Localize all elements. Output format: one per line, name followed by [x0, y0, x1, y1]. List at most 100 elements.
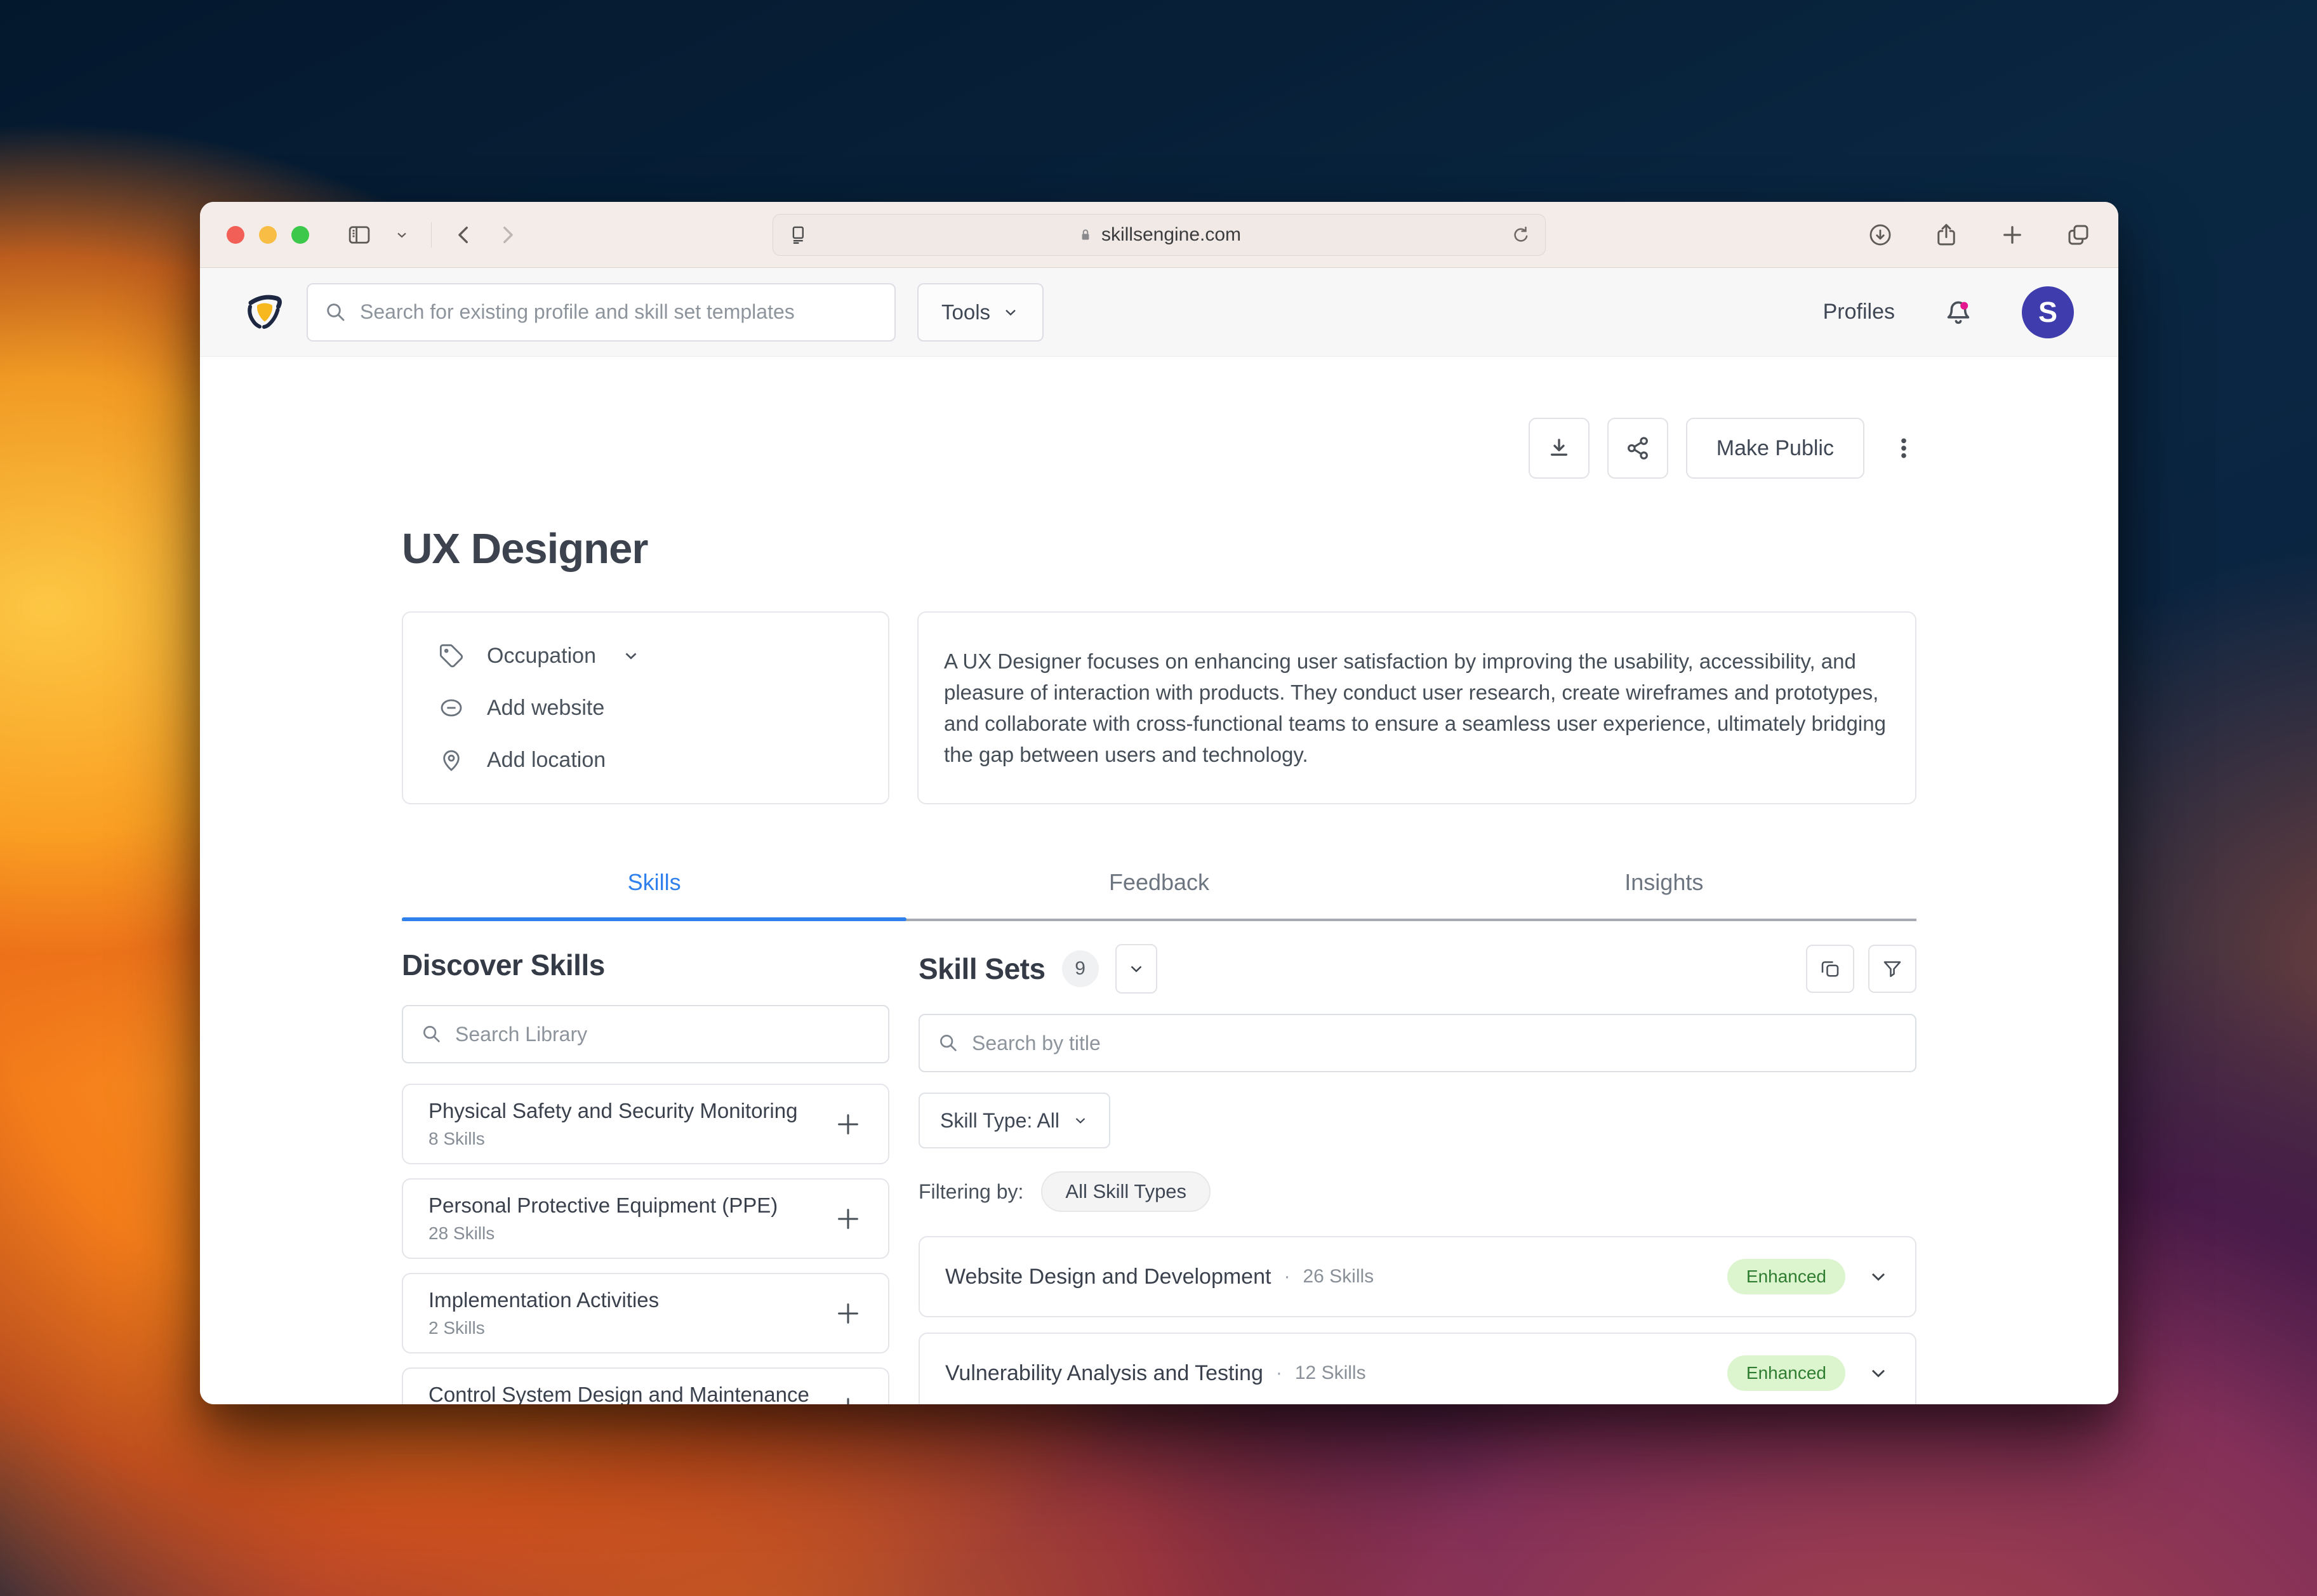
sidebar-icon[interactable] — [346, 222, 373, 248]
page-content: Make Public UX Designer Occupation Add w… — [200, 418, 2118, 1404]
occupation-label: Occupation — [487, 643, 596, 668]
list-item[interactable]: Implementation Activities 2 Skills — [402, 1273, 889, 1353]
tab-feedback[interactable]: Feedback — [906, 869, 1411, 921]
list-item[interactable]: Personal Protective Equipment (PPE) 28 S… — [402, 1178, 889, 1259]
tools-button[interactable]: Tools — [917, 283, 1044, 342]
chevron-down-icon[interactable] — [394, 227, 409, 243]
tab-skills[interactable]: Skills — [402, 869, 906, 921]
search-icon — [423, 1026, 440, 1042]
search-icon — [327, 303, 345, 321]
browser-toolbar: skillsengine.com — [200, 202, 2118, 268]
avatar-initial: S — [2038, 295, 2057, 328]
add-skill-group-icon[interactable] — [833, 1299, 863, 1328]
skill-group-title: Control System Design and Maintenance — [428, 1383, 809, 1404]
skill-sets-expand-button[interactable] — [1115, 944, 1157, 994]
download-profile-button[interactable] — [1528, 418, 1590, 479]
library-search — [402, 1005, 889, 1063]
skill-group-count: 28 Skills — [428, 1223, 495, 1243]
add-skill-group-icon[interactable] — [833, 1393, 863, 1405]
tools-button-label: Tools — [941, 300, 991, 324]
filter-button[interactable] — [1868, 945, 1916, 993]
separator-dot: · — [1275, 1362, 1282, 1383]
skill-type-label: Skill Type: All — [940, 1108, 1059, 1132]
url-domain: skillsengine.com — [1101, 223, 1242, 245]
skill-set-count: 12 Skills — [1294, 1362, 1366, 1383]
copy-button[interactable] — [1806, 945, 1854, 993]
profile-description-card: A UX Designer focuses on enhancing user … — [917, 611, 1916, 804]
site-logo[interactable] — [244, 291, 285, 333]
copy-icon — [1821, 961, 1839, 977]
skills-columns: Discover Skills Physical Safety and Secu… — [402, 921, 1916, 1404]
add-location-label: Add location — [487, 747, 606, 772]
skill-group-title: Physical Safety and Security Monitoring — [428, 1099, 798, 1122]
minimize-window-button[interactable] — [259, 225, 277, 244]
global-search — [307, 283, 896, 342]
browser-window: skillsengine.com Search for existing pro… — [200, 202, 2118, 1404]
status-badge: Enhanced — [1727, 1355, 1845, 1391]
share-icon[interactable] — [1933, 222, 1960, 248]
add-skill-group-icon[interactable] — [833, 1204, 863, 1234]
list-item[interactable]: Control System Design and Maintenance 14… — [402, 1367, 889, 1404]
url-text-group: skillsengine.com — [773, 224, 1545, 246]
user-avatar[interactable]: S — [2022, 286, 2074, 338]
window-controls — [227, 225, 309, 244]
skill-type-dropdown[interactable]: Skill Type: All — [919, 1093, 1110, 1148]
profile-description: A UX Designer focuses on enhancing user … — [944, 649, 1886, 766]
chevron-down-icon[interactable] — [1867, 1265, 1890, 1288]
global-search-input[interactable] — [360, 300, 878, 324]
list-item[interactable]: Physical Safety and Security Monitoring … — [402, 1084, 889, 1164]
share-profile-button[interactable] — [1607, 418, 1668, 479]
chevron-down-icon — [625, 653, 637, 660]
skill-sets-search — [919, 1014, 1916, 1072]
occupation-selector[interactable]: Occupation — [439, 643, 853, 668]
address-bar[interactable]: skillsengine.com — [773, 213, 1546, 256]
table-row[interactable]: Website Design and Development · 26 Skil… — [919, 1236, 1916, 1317]
download-icon — [1550, 439, 1567, 456]
status-badge: Enhanced — [1727, 1259, 1845, 1294]
downloads-icon[interactable] — [1867, 222, 1894, 248]
filter-chip[interactable]: All Skill Types — [1041, 1171, 1211, 1212]
skill-set-title: Website Design and Development — [945, 1264, 1271, 1289]
tab-overview-icon[interactable] — [2065, 222, 2092, 248]
skill-group-count: 8 Skills — [428, 1129, 485, 1148]
close-window-button[interactable] — [227, 225, 244, 244]
profile-tabs: Skills Feedback Insights — [402, 869, 1916, 921]
browser-toolbar-right — [1867, 222, 2092, 248]
notifications-bell-icon[interactable] — [1943, 297, 1974, 328]
profile-action-row: Make Public — [402, 418, 1916, 479]
table-row[interactable]: Vulnerability Analysis and Testing · 12 … — [919, 1333, 1916, 1404]
search-icon — [940, 1035, 957, 1051]
add-website-action[interactable]: Add website — [439, 695, 853, 721]
chevron-down-icon[interactable] — [1867, 1362, 1890, 1385]
skill-set-count: 26 Skills — [1303, 1266, 1374, 1287]
profiles-link[interactable]: Profiles — [1823, 300, 1895, 324]
skill-sets-count-badge: 9 — [1061, 950, 1099, 987]
toolbar-divider — [431, 222, 432, 248]
skill-group-count: 2 Skills — [428, 1318, 485, 1338]
chevron-down-icon — [1131, 966, 1141, 973]
add-skill-group-icon[interactable] — [833, 1110, 863, 1139]
discover-skills-heading: Discover Skills — [402, 948, 605, 981]
lock-icon — [1082, 229, 1089, 240]
new-tab-icon[interactable] — [1999, 222, 2026, 248]
forward-button[interactable] — [496, 224, 518, 246]
back-button[interactable] — [453, 224, 475, 246]
zoom-window-button[interactable] — [291, 225, 309, 244]
make-public-label: Make Public — [1716, 436, 1834, 460]
make-public-button[interactable]: Make Public — [1685, 418, 1864, 479]
more-options-kebab-icon[interactable] — [1891, 434, 1916, 462]
chevron-down-icon — [1006, 309, 1016, 316]
separator-dot: · — [1284, 1266, 1291, 1287]
skill-sets-search-input[interactable] — [972, 1031, 1897, 1055]
add-website-label: Add website — [487, 695, 605, 720]
tab-insights[interactable]: Insights — [1412, 869, 1916, 921]
browser-nav-controls — [346, 222, 518, 248]
profile-meta-card: Occupation Add website Add location — [402, 611, 889, 804]
library-search-input[interactable] — [455, 1022, 870, 1046]
profile-info-row: Occupation Add website Add location A UX… — [402, 611, 1916, 804]
tab-underline-active — [402, 917, 907, 921]
skill-sets-heading: Skill Sets — [919, 952, 1046, 985]
add-location-action[interactable]: Add location — [439, 747, 853, 773]
share-nodes-icon — [1627, 437, 1648, 460]
skill-sets-list: Website Design and Development · 26 Skil… — [919, 1236, 1916, 1404]
